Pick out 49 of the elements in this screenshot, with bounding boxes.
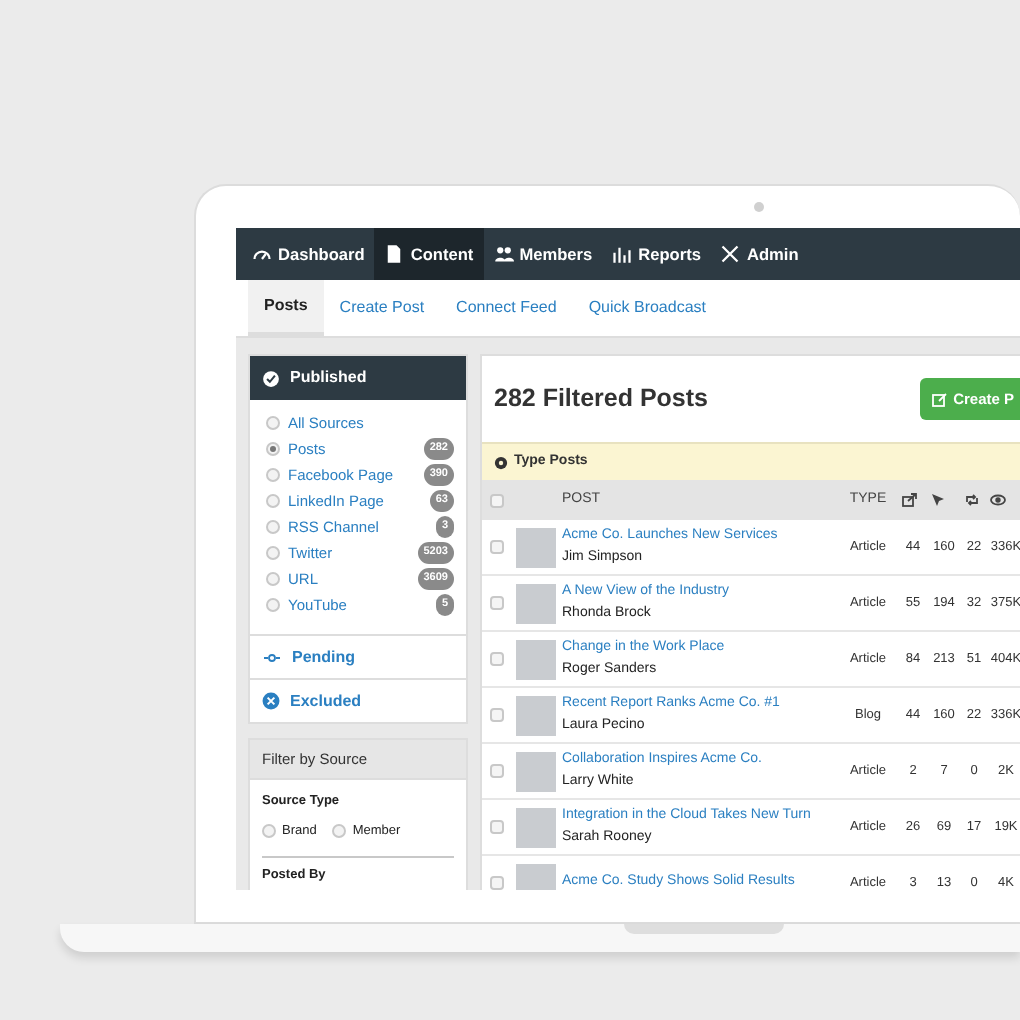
thumbnail-placeholder [516, 527, 556, 567]
radio-button[interactable] [332, 824, 347, 839]
nav-tab[interactable]: Members [483, 228, 603, 280]
radio-button[interactable] [266, 416, 280, 430]
radio-button[interactable] [266, 520, 280, 534]
share-icon [902, 492, 918, 508]
subnav-tab[interactable]: Posts [248, 280, 324, 336]
nav-tab[interactable]: Dashboard [242, 228, 375, 280]
header-checkbox[interactable] [490, 493, 504, 507]
radio-button[interactable] [266, 442, 280, 456]
nav-tab[interactable]: Reports [602, 228, 711, 280]
radio-button[interactable] [266, 572, 280, 586]
excluded-link[interactable]: Excluded [250, 678, 466, 722]
row-checkbox[interactable] [490, 540, 504, 554]
thumbnail-placeholder [516, 583, 556, 623]
x-circle-icon [262, 692, 280, 710]
radio-button[interactable] [266, 468, 280, 482]
panel-title: Published [290, 366, 367, 390]
radio-button[interactable] [266, 546, 280, 560]
radio-button[interactable] [262, 824, 276, 839]
page-title: 282 Filtered Posts [494, 382, 708, 417]
retweet-icon [964, 492, 980, 508]
radio-button[interactable] [266, 598, 280, 612]
row-checkbox[interactable] [490, 652, 504, 666]
subnav-tab[interactable]: Quick Broadcast [572, 280, 723, 336]
row-checkbox[interactable] [490, 764, 504, 778]
thumbnail-placeholder [516, 695, 556, 735]
edit-icon [931, 391, 948, 407]
document-icon [384, 244, 405, 264]
thumbnail-placeholder [516, 751, 556, 791]
camera-dot [754, 202, 764, 212]
nav-tab[interactable]: Admin [710, 228, 809, 280]
gauge-icon [252, 244, 272, 264]
row-checkbox[interactable] [490, 820, 504, 834]
thumbnail-placeholder [516, 807, 556, 847]
eye-icon [990, 492, 1006, 508]
row-checkbox[interactable] [490, 708, 504, 722]
pending-link[interactable]: Pending [250, 634, 466, 678]
bar-chart-icon [612, 244, 633, 264]
subnav-tab[interactable]: Create Post [323, 280, 441, 336]
nav-tab[interactable]: Content [374, 228, 484, 280]
radio-button[interactable] [266, 494, 280, 508]
people-icon [493, 244, 514, 264]
cursor-icon [930, 492, 946, 508]
check-circle-icon [262, 369, 280, 387]
thumbnail-placeholder [516, 639, 556, 679]
row-checkbox[interactable] [490, 876, 504, 890]
subnav-tab[interactable]: Connect Feed [440, 280, 573, 336]
row-checkbox[interactable] [490, 596, 504, 610]
